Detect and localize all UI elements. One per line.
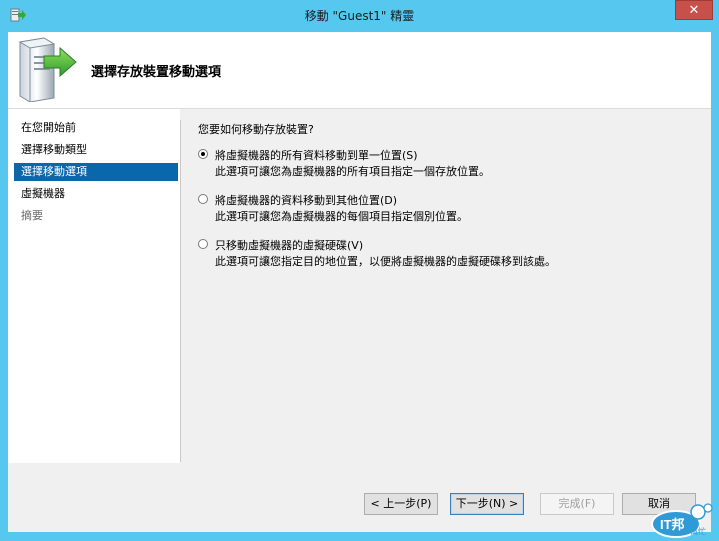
page-title: 選擇存放裝置移動選項 xyxy=(91,65,222,80)
radio-move-vhd-only[interactable] xyxy=(198,239,208,249)
question-label: 您要如何移動存放裝置? xyxy=(198,123,314,136)
wizard-window: 移動 "Guest1" 精靈 ✕ 選擇存放裝置移動選項 在您開始前 選擇移動類型… xyxy=(0,0,719,541)
server-arrow-icon xyxy=(18,37,77,102)
title-bar[interactable]: 移動 "Guest1" 精靈 ✕ xyxy=(0,0,719,32)
option-description: 此選項可讓您為虛擬機器的每個項目指定個別位置。 xyxy=(215,210,468,223)
radio-move-separate[interactable] xyxy=(198,194,208,204)
nav-item-choose-move-type[interactable]: 選擇移動類型 xyxy=(14,141,178,159)
finish-button: 完成(F) xyxy=(540,493,614,515)
options-panel: 您要如何移動存放裝置? 將虛擬機器的所有資料移動到單一位置(S) 此選項可讓您為… xyxy=(188,109,703,463)
wizard-header: 選擇存放裝置移動選項 xyxy=(8,32,711,109)
option-label[interactable]: 將虛擬機器的資料移動到其他位置(D) xyxy=(215,192,397,208)
next-button[interactable]: 下一步(N) > xyxy=(450,493,524,515)
option-description: 此選項可讓您指定目的地位置，以便將虛擬機器的虛擬硬碟移到該處。 xyxy=(215,255,556,268)
nav-item-virtual-machine[interactable]: 虛擬機器 xyxy=(14,185,178,203)
wizard-client-area: 選擇存放裝置移動選項 在您開始前 選擇移動類型 選擇移動選項 虛擬機器 摘要 您… xyxy=(8,32,711,532)
nav-item-summary: 摘要 xyxy=(21,209,43,222)
previous-button[interactable]: < 上一步(P) xyxy=(364,493,438,515)
option-description: 此選項可讓您為虛擬機器的所有項目指定一個存放位置。 xyxy=(215,165,490,178)
wizard-footer: < 上一步(P) 下一步(N) > 完成(F) 取消 xyxy=(8,464,711,532)
nav-divider xyxy=(180,120,181,462)
option-label[interactable]: 只移動虛擬機器的虛擬硬碟(V) xyxy=(215,237,363,253)
radio-move-all-single[interactable] xyxy=(198,149,208,159)
window-title: 移動 "Guest1" 精靈 xyxy=(304,9,415,23)
wizard-steps-nav: 在您開始前 選擇移動類型 選擇移動選項 虛擬機器 摘要 xyxy=(8,109,180,463)
svg-text:IT邦: IT邦 xyxy=(660,517,685,532)
nav-item-choose-move-options[interactable]: 選擇移動選項 xyxy=(14,163,178,181)
nav-item-before-you-begin[interactable]: 在您開始前 xyxy=(14,119,178,137)
option-label[interactable]: 將虛擬機器的所有資料移動到單一位置(S) xyxy=(215,147,418,163)
close-button[interactable]: ✕ xyxy=(675,0,713,20)
ithelp-watermark-logo: IT邦 幫忙 xyxy=(651,503,713,538)
svg-text:幫忙: 幫忙 xyxy=(690,526,706,536)
